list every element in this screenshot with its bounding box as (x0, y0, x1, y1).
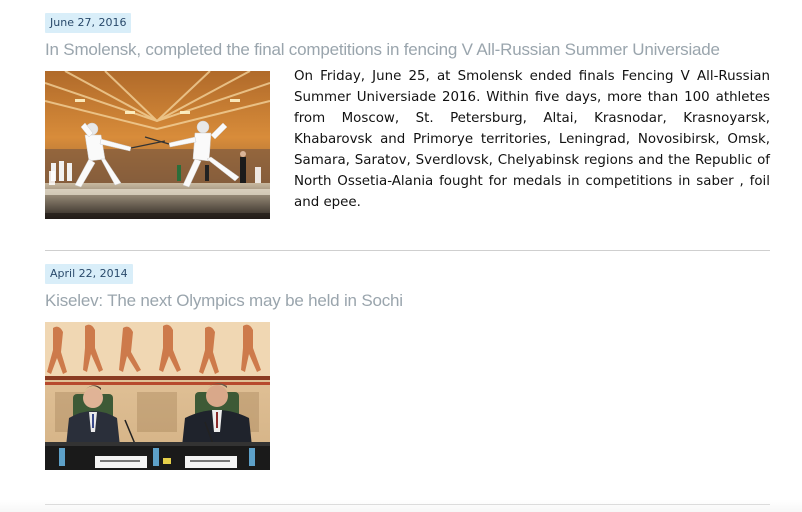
fencing-photo[interactable] (45, 71, 270, 219)
date-badge: April 22, 2014 (45, 264, 133, 284)
news-feed: June 27, 2016 In Smolensk, completed the… (45, 0, 770, 505)
news-item: June 27, 2016 In Smolensk, completed the… (45, 0, 770, 251)
date-badge: June 27, 2016 (45, 13, 132, 33)
news-summary: On Friday, June 25, at Smolensk ended fi… (294, 69, 770, 210)
press-conference-photo[interactable] (45, 322, 270, 470)
bottom-fade (0, 500, 802, 512)
news-headline-link[interactable]: Kiselev: The next Olympics may be held i… (45, 290, 770, 312)
news-headline-link[interactable]: In Smolensk, completed the final competi… (45, 39, 770, 61)
news-item: April 22, 2014 Kiselev: The next Olympic… (45, 251, 770, 505)
